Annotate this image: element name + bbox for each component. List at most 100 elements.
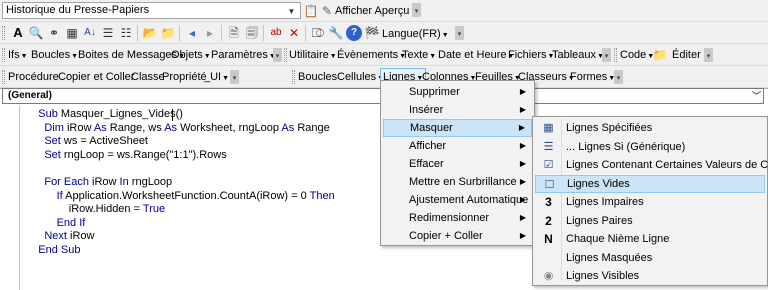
code-line[interactable]: End If	[26, 217, 335, 231]
code-line[interactable]: For Each iRow In rngLoop	[26, 176, 335, 190]
menu-item-label: Redimensionner	[409, 212, 490, 224]
submenu-item-lignes-contenant-certaines-valeurs-de-cellule[interactable]: ☑ Lignes Contenant Certaines Valeurs de C…	[535, 156, 768, 174]
search-icon[interactable]: 🔍	[28, 25, 44, 41]
editer-button[interactable]: Éditer	[672, 48, 701, 62]
menu-item-copier-coller[interactable]: Copier + Coller ▶	[383, 227, 532, 245]
paste-clipboard-icon[interactable]: 📋	[303, 3, 319, 19]
toolbar-grip[interactable]	[614, 48, 617, 62]
menu-formes[interactable]: Formes▼	[570, 70, 615, 86]
menu-tableaux[interactable]: Tableaux▼	[552, 48, 604, 64]
arrow-right-icon[interactable]: ▸	[202, 25, 218, 41]
wrench-icon[interactable]: 🔧	[328, 25, 344, 41]
language-dropdown[interactable]: Langue(FR)▼	[382, 27, 449, 43]
toolbar-grip[interactable]	[2, 48, 5, 62]
toolbar-grip[interactable]	[292, 70, 295, 84]
help-icon[interactable]: ?	[346, 25, 362, 41]
submenu-item-lignes-paires[interactable]: 2 Lignes Paires	[535, 212, 765, 230]
code-line[interactable]	[26, 162, 335, 176]
toolbar-grip[interactable]	[2, 70, 5, 84]
menu-item-ajustement-automatique[interactable]: Ajustement Automatique ▶	[383, 191, 532, 209]
clipboard-history-combo[interactable]: Historique du Presse-Papiers ▼	[2, 2, 301, 19]
menu-code[interactable]: Code▼	[620, 48, 654, 64]
submenu-item-lignes-vides[interactable]: ☐ Lignes Vides	[535, 174, 765, 193]
menu-utilitaire[interactable]: Utilitaire▼	[289, 48, 337, 64]
flag-icon[interactable]: 🏁	[364, 25, 380, 41]
dropdown-arrow-icon: ▼	[429, 53, 437, 60]
code-line[interactable]: iRow.Hidden = True	[26, 203, 335, 217]
toolbar-grip[interactable]	[2, 26, 5, 40]
menu-cellules[interactable]: Cellules▼	[337, 70, 384, 86]
code-line[interactable]: Sub Masquer_Lignes_Vides()	[26, 108, 335, 122]
menu-boucles[interactable]: Boucles▼	[31, 48, 78, 64]
code-line[interactable]: End Sub	[26, 244, 335, 258]
menu-item-effacer[interactable]: Effacer ▶	[383, 155, 532, 173]
afficher-apercu-button[interactable]: Afficher Aperçu	[335, 4, 409, 18]
submenu-item-lignes-si-generique[interactable]: ☰ ... Lignes Si (Générique)	[535, 138, 765, 156]
rename-icon[interactable]: ab	[268, 25, 284, 41]
pencil-icon[interactable]: ✎	[319, 3, 335, 19]
toolbar-options-chevron[interactable]: ▾	[412, 3, 421, 17]
submenu-item-chaque-nieme-ligne[interactable]: N Chaque Nième Ligne	[535, 230, 765, 248]
menu-objets-label: Objets	[171, 49, 203, 61]
menu-fichiers[interactable]: Fichiers▼	[508, 48, 554, 64]
code-line[interactable]: Set rngLoop = ws.Range("1:1").Rows	[26, 149, 335, 163]
code-text[interactable]: Sub Masquer_Lignes_Vides() Dim iRow As R…	[26, 108, 335, 258]
propriete-button[interactable]: Propriété	[162, 70, 207, 84]
toolbar-options-chevron[interactable]: ▾	[602, 48, 611, 62]
menu-ifs[interactable]: Ifs▼	[8, 48, 28, 64]
menu-texte[interactable]: Texte▼	[402, 48, 436, 64]
toolbar-options-chevron[interactable]: ▾	[704, 48, 713, 62]
menu-item-masquer[interactable]: Masquer ▶	[383, 119, 532, 137]
document-icon[interactable]: 🗎	[226, 25, 242, 41]
boucles-button[interactable]: Boucles	[298, 70, 337, 84]
code-line[interactable]: If Application.WorksheetFunction.CountA(…	[26, 190, 335, 204]
toolbar-options-chevron[interactable]: ▾	[614, 70, 623, 84]
menu-boites-de-messages[interactable]: Boites de Messages▼	[78, 48, 185, 64]
menu-item-ins-rer[interactable]: Insérer ▶	[383, 101, 532, 119]
code-token: Range, ws	[106, 121, 165, 134]
toolbar-grip[interactable]	[284, 48, 287, 62]
copier-coller-button[interactable]: Copier et Coller	[58, 70, 134, 84]
toolbar-options-chevron[interactable]: ▾	[273, 48, 282, 62]
folder-icon[interactable]: 📁	[652, 47, 668, 63]
binoculars-icon[interactable]: ⚭	[46, 25, 62, 41]
table-icon[interactable]: ▦	[64, 25, 80, 41]
menu-item-afficher[interactable]: Afficher ▶	[383, 137, 532, 155]
menu-item-supprimer[interactable]: Supprimer ▶	[383, 83, 532, 101]
menu-parametres[interactable]: Paramètres▼	[211, 48, 276, 64]
submenu-item-lignes-impaires[interactable]: 3 Lignes Impaires	[535, 193, 765, 211]
classe-button[interactable]: Classe	[131, 70, 165, 84]
chevron-down-icon[interactable]: ﹀	[752, 89, 761, 102]
menu-ui[interactable]: _UI▼	[204, 70, 229, 86]
outdent-icon[interactable]: ☷	[118, 25, 134, 41]
chevron-down-icon[interactable]: ▼	[284, 4, 299, 19]
toolbar-options-chevron[interactable]: ▾	[230, 70, 239, 84]
code-keyword: End Sub	[38, 243, 81, 256]
document-list-icon[interactable]: 🗐	[244, 25, 260, 41]
menu-date-et-heure[interactable]: Date et Heure▼	[438, 48, 514, 64]
submenu-item-lignes-visibles[interactable]: ◉ Lignes Visibles	[535, 267, 765, 285]
code-line[interactable]: Set ws = ActiveSheet	[26, 135, 335, 149]
folder-open-icon[interactable]: 📂	[142, 25, 158, 41]
code-line[interactable]: Dim iRow As Range, ws As Worksheet, rngL…	[26, 122, 335, 136]
sort-icon[interactable]: A↓	[82, 25, 98, 41]
submenu-item-lignes-masquees[interactable]: Lignes Masquées	[535, 249, 765, 267]
menu-objets[interactable]: Objets▼	[171, 48, 211, 64]
arrow-left-icon[interactable]: ◂	[184, 25, 200, 41]
toolbar-options-chevron[interactable]: ▾	[455, 26, 464, 40]
code-line[interactable]: Next iRow	[26, 230, 335, 244]
menu-item-redimensionner[interactable]: Redimensionner ▶	[383, 209, 532, 227]
menu-item-mettre-en-surbrillance[interactable]: Mettre en Surbrillance ▶	[383, 173, 532, 191]
menu-evenements[interactable]: Évènements▼	[337, 48, 406, 64]
dropdown-arrow-icon: ▼	[222, 75, 230, 82]
network-icon[interactable]: ⎄	[310, 25, 326, 41]
submenu-item-lignes-specifiees[interactable]: ▦ Lignes Spécifiées	[535, 119, 765, 137]
indent-icon[interactable]: ☰	[100, 25, 116, 41]
folder-icon[interactable]: 📁	[160, 25, 176, 41]
clear-format-icon[interactable]: ✕	[286, 25, 302, 41]
bold-a-icon[interactable]: A	[10, 25, 26, 41]
procedure-button[interactable]: Procédure	[8, 70, 59, 84]
lignes-menu: Supprimer ▶ Insérer ▶ Masquer ▶ Afficher ▶ Effac…	[380, 80, 535, 246]
